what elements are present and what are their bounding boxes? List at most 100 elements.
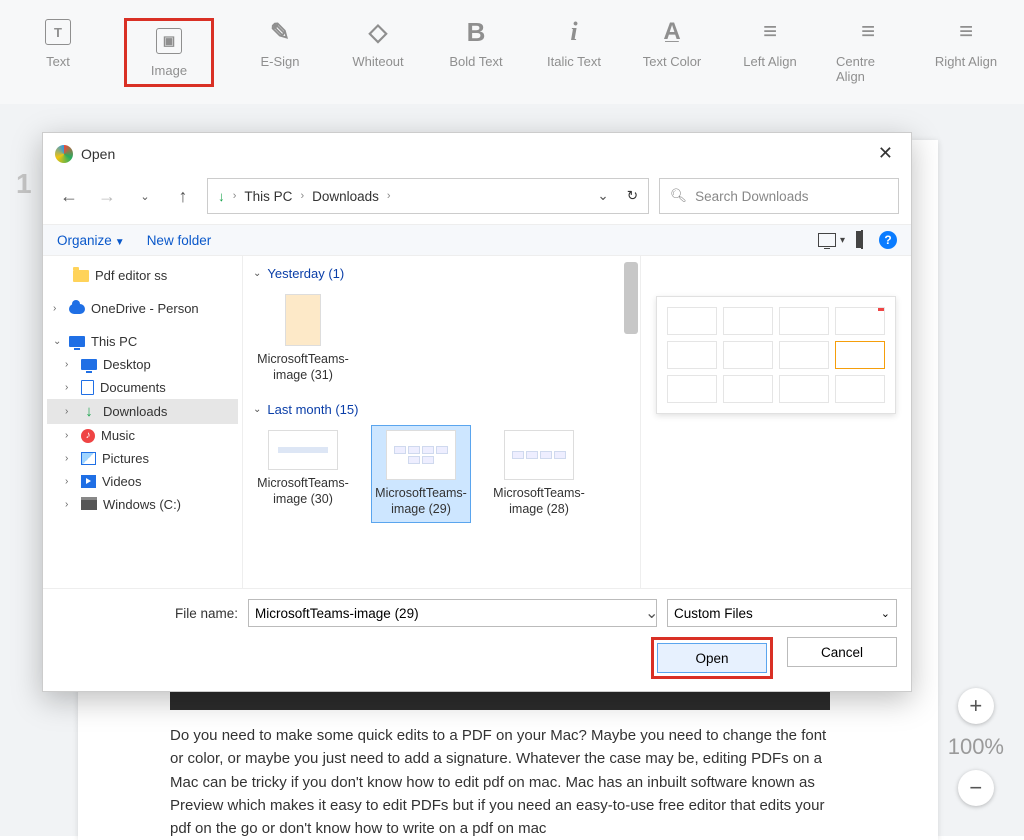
file-list: ⌄Yesterday (1) MicrosoftTeams-image (31)…	[243, 256, 641, 588]
tree-item-downloads[interactable]: ›↓Downloads	[47, 399, 238, 424]
preview-pane	[641, 256, 911, 588]
zoom-out-button[interactable]: −	[958, 770, 994, 806]
open-button-highlight: Open	[651, 637, 773, 679]
downloads-icon: ↓	[218, 189, 225, 204]
file-name-input[interactable]	[248, 599, 657, 627]
tool-esign[interactable]: ✎ E-Sign	[248, 18, 312, 87]
document-paragraph: Do you need to make some quick edits to …	[170, 724, 830, 840]
document-image-slice	[170, 692, 830, 710]
view-mode-icon[interactable]: ▾	[818, 233, 845, 247]
group-yesterday[interactable]: ⌄Yesterday (1)	[253, 262, 640, 287]
search-input[interactable]: 🔍︎ Search Downloads	[659, 178, 899, 214]
tool-leftalign[interactable]: ≡ Left Align	[738, 18, 802, 87]
preview-image	[656, 296, 896, 414]
tree-item-pictures[interactable]: ›Pictures	[47, 447, 238, 470]
tool-label: Centre Align	[836, 54, 900, 84]
dialog-footer: File name: ⌄ Custom Files⌄ Open Cancel	[43, 588, 911, 691]
dialog-titlebar: Open ✕	[43, 133, 911, 174]
preview-pane-icon[interactable]	[861, 231, 863, 249]
tool-italic[interactable]: i Italic Text	[542, 18, 606, 87]
bold-icon: B	[462, 18, 490, 46]
file-name: MicrosoftTeams-image (29)	[375, 486, 467, 517]
tool-centrealign[interactable]: ≡ Centre Align	[836, 18, 900, 87]
breadcrumb-folder[interactable]: Downloads	[312, 189, 379, 204]
monitor-icon	[69, 336, 85, 347]
file-item[interactable]: MicrosoftTeams-image (31)	[253, 289, 353, 388]
path-dropdown-icon[interactable]: ⌄	[597, 188, 608, 204]
chevron-right-icon: ›	[233, 190, 237, 202]
tool-label: Image	[151, 63, 187, 78]
tool-label: Bold Text	[449, 54, 502, 69]
rightalign-icon: ≡	[952, 18, 980, 46]
zoom-in-button[interactable]: +	[958, 688, 994, 724]
cloud-icon	[69, 304, 85, 314]
close-icon[interactable]: ✕	[872, 141, 899, 166]
dialog-toolbar: Organize▼ New folder ▾ ?	[43, 224, 911, 256]
tool-label: Text Color	[643, 54, 702, 69]
file-name-label: File name:	[175, 606, 238, 621]
tree-item-desktop[interactable]: ›Desktop	[47, 353, 238, 376]
downloads-icon: ↓	[81, 403, 97, 420]
cancel-button[interactable]: Cancel	[787, 637, 897, 667]
tool-label: Whiteout	[352, 54, 403, 69]
videos-icon	[81, 475, 96, 488]
documents-icon	[81, 380, 94, 395]
file-name: MicrosoftTeams-image (28)	[493, 486, 585, 517]
forward-button[interactable]: →	[93, 182, 121, 210]
file-item[interactable]: MicrosoftTeams-image (30)	[253, 425, 353, 522]
help-icon[interactable]: ?	[879, 231, 897, 249]
centrealign-icon: ≡	[854, 18, 882, 46]
zoom-percent: 100%	[948, 734, 1004, 760]
tool-label: Italic Text	[547, 54, 601, 69]
tool-rightalign[interactable]: ≡ Right Align	[934, 18, 998, 87]
refresh-icon[interactable]: ↻	[627, 188, 638, 204]
file-item-selected[interactable]: MicrosoftTeams-image (29)	[371, 425, 471, 522]
folder-icon	[73, 270, 89, 282]
tree-item-videos[interactable]: ›Videos	[47, 470, 238, 493]
file-type-select[interactable]: Custom Files⌄	[667, 599, 897, 627]
app-icon	[55, 145, 73, 163]
pictures-icon	[81, 452, 96, 465]
tool-whiteout[interactable]: ◇ Whiteout	[346, 18, 410, 87]
textcolor-icon: A̲	[658, 18, 686, 46]
file-name: MicrosoftTeams-image (30)	[257, 476, 349, 507]
tool-label: Right Align	[935, 54, 997, 69]
breadcrumb-root[interactable]: This PC	[244, 189, 292, 204]
tree-item-music[interactable]: ›♪Music	[47, 424, 238, 447]
tree-item-documents[interactable]: ›Documents	[47, 376, 238, 399]
scrollbar[interactable]	[624, 262, 638, 334]
tree-item-this-pc[interactable]: ⌄This PC	[47, 330, 238, 353]
open-button[interactable]: Open	[657, 643, 767, 673]
search-icon: 🔍︎	[670, 188, 687, 204]
file-name: MicrosoftTeams-image (31)	[257, 352, 349, 383]
search-placeholder: Search Downloads	[695, 189, 808, 204]
drive-icon	[81, 500, 97, 510]
tool-label: Left Align	[743, 54, 797, 69]
new-folder-button[interactable]: New folder	[147, 233, 212, 248]
music-icon: ♪	[81, 429, 95, 443]
history-dropdown[interactable]: ⌄	[131, 182, 159, 210]
desktop-icon	[81, 359, 97, 370]
zoom-controls: + 100% −	[948, 688, 1004, 806]
image-icon: ▣	[155, 27, 183, 55]
page-number: 1	[16, 168, 32, 200]
up-button[interactable]: ↑	[169, 182, 197, 210]
tree-item-windows-c[interactable]: ›Windows (C:)	[47, 493, 238, 516]
group-last-month[interactable]: ⌄Last month (15)	[253, 398, 640, 423]
text-icon: T	[44, 18, 72, 46]
file-thumbnail	[504, 430, 574, 480]
breadcrumb-path[interactable]: ↓ › This PC › Downloads › ⌄ ↻	[207, 178, 649, 214]
back-button[interactable]: ←	[55, 182, 83, 210]
file-thumbnail	[386, 430, 456, 480]
organize-menu[interactable]: Organize▼	[57, 233, 125, 248]
tree-item-pdf-editor[interactable]: Pdf editor ss	[47, 264, 238, 287]
tool-bold[interactable]: B Bold Text	[444, 18, 508, 87]
folder-tree: Pdf editor ss ›OneDrive - Person ⌄This P…	[43, 256, 243, 588]
tree-item-onedrive[interactable]: ›OneDrive - Person	[47, 297, 238, 320]
tool-text[interactable]: T Text	[26, 18, 90, 87]
file-item[interactable]: MicrosoftTeams-image (28)	[489, 425, 589, 522]
chevron-right-icon: ›	[387, 190, 391, 202]
file-thumbnail	[285, 294, 321, 346]
tool-image[interactable]: ▣ Image	[124, 18, 214, 87]
tool-textcolor[interactable]: A̲ Text Color	[640, 18, 704, 87]
